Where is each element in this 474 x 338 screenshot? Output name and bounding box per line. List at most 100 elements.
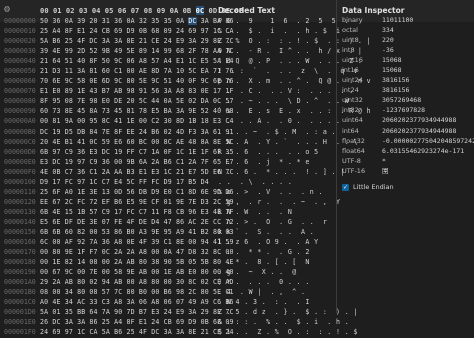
hex-bytes-before[interactable]: D9 17 FC 97 1C C7 E4 5C FF FC D9 17 B5 D… (40, 178, 209, 186)
row-hex-bytes[interactable]: 5A B6 25 4F DC 3A 3A 8E 21 CE 24 E9 3A 2… (40, 36, 234, 46)
checkbox-check-icon[interactable]: ✓ (342, 183, 349, 191)
row-hex-bytes[interactable]: 25 6F A0 1E 3E 13 0D 56 DB D9 E0 C1 8D 6… (40, 187, 234, 197)
inspector-value[interactable]: 15068 (382, 65, 402, 75)
inspector-value[interactable]: 220 (382, 35, 394, 45)
hex-bytes-before[interactable]: 5A B6 25 4F DC 3A 3A 8E 21 CE 24 E9 3A 2… (40, 37, 234, 45)
inspector-value[interactable]: -0.0000027750420485972427 (382, 136, 474, 146)
row-decoded-text[interactable]: % o . > . V . . . n . (218, 187, 323, 197)
row-hex-bytes[interactable]: 50 36 0A 39 20 31 36 0A 32 35 35 0A DC 3… (40, 16, 234, 26)
row-decoded-text[interactable]: P 6 . 9 1 6 . 2 5 5 . (218, 16, 349, 26)
inspector-value[interactable]: -36 (382, 45, 394, 55)
row-hex-bytes[interactable]: EE 67 2C FC 72 EF B6 E5 9E CF 01 9E 7E D… (40, 197, 234, 207)
hex-bytes-before[interactable]: 00 1E 82 14 08 00 2A AB 80 38 90 5B 05 5… (40, 258, 234, 266)
inspector-value[interactable]: 15068 (382, 55, 402, 65)
hex-bytes-before[interactable]: 4E 0B C7 36 C1 2A AA B3 E1 E3 1C 21 E7 5… (40, 168, 234, 176)
row-decoded-text[interactable]: . g , . r . . . ~ . , Y (218, 197, 340, 207)
row-hex-bytes[interactable]: 29 2A AB 80 02 94 AB 00 A8 80 00 30 8C 0… (40, 277, 234, 287)
inspector-value[interactable]: * (382, 156, 386, 166)
inspector-value[interactable]: 6.03155462923274e-171 (382, 146, 464, 156)
hex-bytes-before[interactable]: 00 80 9E 1F F7 0C 2A 2A A8 00 0A 47 D8 3… (40, 248, 234, 256)
row-hex-bytes[interactable]: 26 DC 3A 3A 86 25 A4 8F E1 24 CB 69 D9 0… (40, 317, 234, 327)
row-hex-bytes[interactable]: 70 6E 9C 58 0E 6D 9C 80 5E 9C 51 40 0F 9… (40, 76, 234, 86)
row-decoded-text[interactable]: . . C . . . V : . . . . . (218, 86, 353, 96)
row-decoded-text[interactable]: % . . $ . i . . h . $ i (218, 26, 340, 36)
gear-icon[interactable]: ⚙ (4, 4, 10, 15)
row-hex-bytes[interactable]: A0 4E 34 AC 33 C3 A8 3A 06 A8 06 07 49 A… (40, 297, 234, 307)
hex-bytes-before[interactable]: 08 00 34 80 08 57 7C 80 B0 00 B6 98 2C 8… (40, 288, 234, 296)
inspector-value[interactable]: 2060202377934944988 (382, 115, 456, 125)
inspector-value[interactable]: 11011100 (382, 15, 413, 25)
hex-bytes-before[interactable]: 70 6E 9C 58 0E 6D 9C 80 5E 9C 51 40 0F 9… (40, 77, 234, 85)
hex-bytes-before[interactable]: 6B 97 C9 36 E3 DC 19 FF C7 1A 0F 1C 1E 1… (40, 148, 234, 156)
inspector-value[interactable]: 3816156 (382, 75, 409, 85)
row-decoded-text[interactable]: l . z 6 . O 9 . . A Y (218, 237, 319, 247)
row-decoded-text[interactable]: . g . ~ X . . @ (218, 267, 297, 277)
row-decoded-text[interactable]: . * . 8 . [ . [ N (218, 257, 310, 267)
row-hex-bytes[interactable]: DC 19 D5 DB 84 7E 8F EE 24 B6 02 4D F3 3… (40, 127, 234, 137)
row-hex-bytes[interactable]: D9 17 FC 97 1C C7 E4 5C FF FC D9 17 B5 D… (40, 177, 209, 187)
row-decoded-text[interactable]: & . : : . % . . $ . i . h . (218, 317, 349, 327)
hex-bytes-before[interactable]: A0 4E 34 AC 33 C3 A8 3A 06 A8 06 07 49 A… (40, 298, 234, 306)
row-hex-bytes[interactable]: 20 4E B1 41 0C 59 E6 60 BC 00 8C AE 48 8… (40, 137, 234, 147)
panel-divider[interactable] (336, 0, 337, 313)
hex-bytes-before[interactable]: 20 4E B1 41 0C 59 E6 60 BC 00 8C AE 48 8… (40, 138, 234, 146)
row-decoded-text[interactable]: N . . 6 . * . . . ! . ] . | (218, 167, 345, 177)
row-hex-bytes[interactable]: 6B 6B 60 82 00 53 86 B0 A3 9E 95 A9 41 B… (40, 227, 234, 237)
hex-bytes-before[interactable]: 25 A4 8F E1 24 CB 69 D9 0B 68 09 24 69 9… (40, 27, 234, 35)
row-hex-bytes[interactable]: E1 E0 89 1E 43 B7 AB 98 91 56 3A A8 83 0… (40, 86, 234, 96)
row-hex-bytes[interactable]: 6B 97 C9 36 E3 DC 19 FF C7 1A 0F 1C 1E 1… (40, 147, 234, 157)
row-hex-bytes[interactable]: 6C 00 AF 92 7A 36 A8 0E 4F 39 C1 8E 00 9… (40, 237, 234, 247)
hex-bytes-before[interactable]: 00 67 9C 00 7E 00 58 9E AB 00 1E AB E0 8… (40, 268, 234, 276)
hex-bytes-before[interactable]: 21 64 51 40 8F 50 9C 06 A8 57 A4 E1 1C E… (40, 57, 234, 65)
row-hex-bytes[interactable]: 21 64 51 40 8F 50 9C 06 A8 57 A4 E1 1C E… (40, 56, 234, 66)
hex-bytes-before[interactable]: 24 69 97 1C CA 5A B6 25 4F DC 3A 3A 8E 2… (40, 328, 234, 336)
row-hex-bytes[interactable]: E5 6E DF DE 3E 07 FE 4F DE D4 47 86 AC 2… (40, 217, 234, 227)
row-hex-bytes[interactable]: 24 69 97 1C CA 5A B6 25 4F DC 3A 3A 8E 2… (40, 327, 234, 337)
row-hex-bytes[interactable]: 00 67 9C 00 7E 00 58 9E AB 00 1E AB E0 8… (40, 267, 234, 277)
row-decoded-text[interactable]: . . . . A . . 0 . . . . . (218, 116, 340, 126)
hex-bytes-before[interactable]: 25 6F A0 1E 3E 13 0D 56 DB D9 E0 C1 8D 6… (40, 188, 234, 196)
little-endian-toggle[interactable]: ✓ Little Endian (342, 183, 394, 191)
row-hex-bytes[interactable]: 00 1E 82 14 08 00 2A AB 80 38 90 5B 05 5… (40, 257, 234, 267)
row-hex-bytes[interactable]: 60 73 8E 45 8A 73 45 81 78 E5 BA 3A 9E 5… (40, 106, 234, 116)
row-decoded-text[interactable]: . . . ~ . $ . M . : a . (218, 127, 336, 137)
hex-bytes-before[interactable]: E5 6E DF DE 3E 07 FE 4F DE D4 47 86 AC 2… (40, 218, 234, 226)
hex-bytes-before[interactable]: 39 4E 99 2D 52 9B 49 5E 89 14 99 68 2F 7… (40, 47, 234, 55)
inspector-value[interactable]: 2060202377934944988 (382, 126, 456, 136)
row-hex-bytes[interactable]: 5A 01 35 BB 64 7A 90 7D B7 E3 24 E9 3A 2… (40, 307, 234, 317)
row-decoded-text[interactable]: k N . W . . . N (218, 207, 292, 217)
hex-bytes-before[interactable]: 6B 4E 15 1B 57 C9 17 FC C7 11 F8 CB 96 E… (40, 208, 234, 216)
hex-bytes-before[interactable]: 00 81 9A 00 95 8C 41 1E 00 C2 30 8D 1B 1… (40, 117, 234, 125)
row-decoded-text[interactable]: . . . \ . . . . (218, 177, 292, 187)
hex-bytes-before[interactable]: 29 2A AB 80 02 94 AB 00 A8 80 00 30 8C 0… (40, 278, 234, 286)
hex-bytes-before[interactable]: 6C 00 AF 92 7A 36 A8 0E 4F 39 C1 8E 00 9… (40, 238, 234, 246)
hex-bytes-before[interactable]: 8F 95 08 7E 98 E0 DE 20 5C 44 0A 5E 02 D… (40, 97, 234, 105)
hex-bytes-before[interactable]: 50 36 0A 39 20 31 36 0A 32 35 35 0A (40, 17, 188, 25)
row-hex-bytes[interactable]: 8F 95 08 7E 98 E0 DE 20 5C 44 0A 5E 02 D… (40, 96, 234, 106)
inspector-value[interactable]: 334 (382, 25, 394, 35)
hex-bytes-before[interactable]: EE 67 2C FC 72 EF B6 E5 9E CF 01 9E 7E D… (40, 198, 234, 206)
hex-bytes-before[interactable]: 21 D3 11 3A 81 60 C1 00 AE 8D 7A 10 5C E… (40, 67, 234, 75)
row-hex-bytes[interactable]: 4E 0B C7 36 C1 2A AA B3 E1 E3 1C 21 E7 5… (40, 167, 234, 177)
row-decoded-text[interactable]: . . . ~ . . . \ D . ^ . . W (218, 96, 349, 106)
row-hex-bytes[interactable]: 25 A4 8F E1 24 CB 69 D9 0B 68 09 24 69 9… (40, 26, 234, 36)
row-decoded-text[interactable]: . 4 . W | . , ^ . (218, 287, 305, 297)
row-decoded-text[interactable]: ) * . . . . 0 . . . (218, 277, 310, 287)
row-hex-bytes[interactable]: 6B 4E 15 1B 57 C9 17 FC C7 11 F8 CB 96 E… (40, 207, 234, 217)
row-decoded-text[interactable]: . N 4 . 3 . : . . I (218, 297, 310, 307)
row-hex-bytes[interactable]: 21 D3 11 3A 81 60 C1 00 AE 8D 7A 10 5C E… (40, 66, 234, 76)
row-decoded-text[interactable]: . . 6 . j * . * e (218, 157, 310, 167)
row-hex-bytes[interactable]: 08 00 34 80 08 57 7C 80 B0 00 B6 98 2C 8… (40, 287, 234, 297)
hex-bytes-before[interactable]: 5A 01 35 BB 64 7A 90 7D B7 E3 24 E9 3A 2… (40, 308, 234, 316)
hex-bytes-before[interactable]: 6B 6B 60 82 00 53 86 B0 A3 9E 95 A9 41 B… (40, 228, 234, 236)
hex-bytes-before[interactable]: E1 E0 89 1E 43 B7 AB 98 91 56 3A A8 83 0… (40, 87, 234, 95)
row-decoded-text[interactable]: $ i . . Z . % O . : : . ! . $ (218, 327, 358, 337)
row-decoded-text[interactable]: k . . 6 . . . . . o 5 (218, 147, 319, 157)
row-decoded-text[interactable]: k k ` . S . . . A . (218, 227, 314, 237)
hex-bytes-before[interactable]: E3 DC 19 97 C9 36 00 9B 6A 2A B6 C1 2A 7… (40, 158, 234, 166)
row-decoded-text[interactable]: . . . * * . . G . 2 (218, 247, 310, 257)
row-hex-bytes[interactable]: 39 4E 99 2D 52 9B 49 5E 89 14 99 68 2F 7… (40, 46, 234, 56)
row-hex-bytes[interactable]: 00 80 9E 1F F7 0C 2A 2A A8 00 0A 47 D8 3… (40, 247, 234, 257)
inspector-value[interactable]: -1237697828 (382, 105, 425, 115)
row-hex-bytes[interactable]: 00 81 9A 00 95 8C 41 1E 00 C2 30 8D 1B 1… (40, 116, 234, 126)
